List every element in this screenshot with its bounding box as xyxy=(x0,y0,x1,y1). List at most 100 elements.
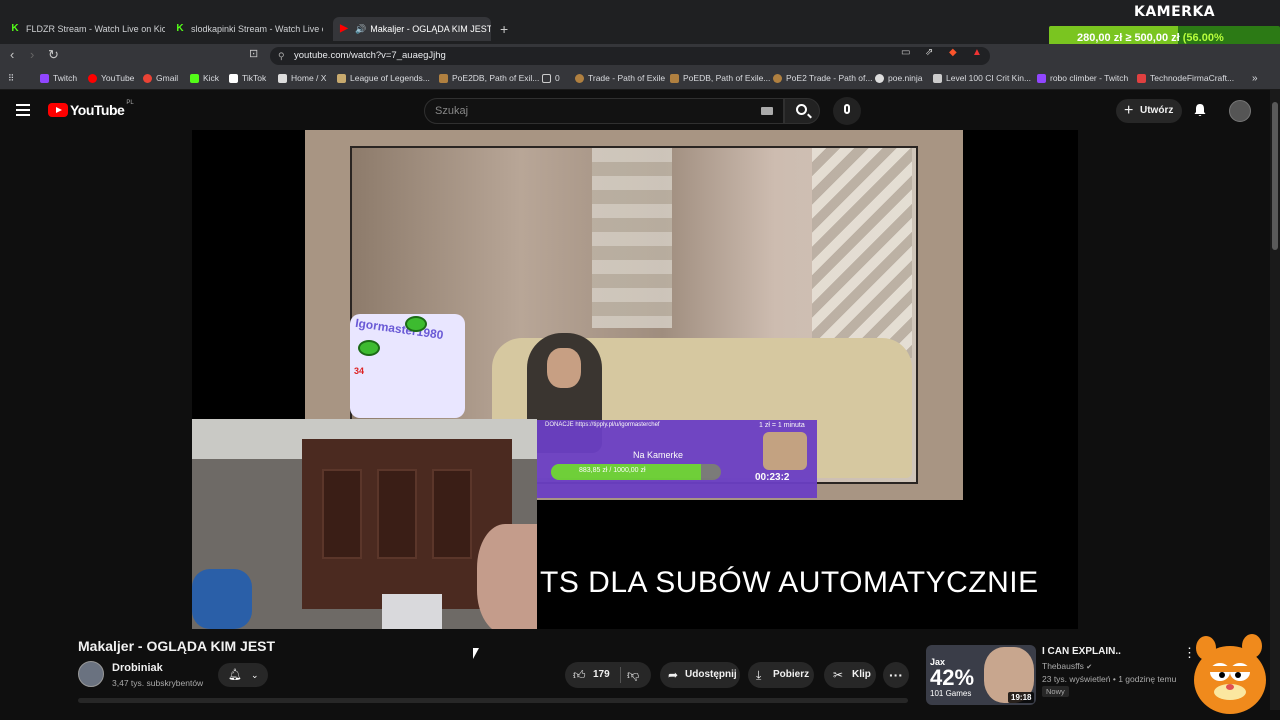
like-dislike-group[interactable]: 👍︎ 179 👎︎ xyxy=(565,662,651,688)
tab-label: FLDZR Stream - Watch Live on Kick xyxy=(26,24,165,34)
keyboard-icon[interactable] xyxy=(761,107,773,115)
bookmark-poedb[interactable]: PoEDB, Path of Exile... xyxy=(670,73,770,83)
download-button[interactable]: ⤓ Pobierz xyxy=(748,662,814,688)
search-button[interactable] xyxy=(784,98,820,124)
microphone-icon xyxy=(844,104,850,114)
back-icon[interactable]: ‹ xyxy=(10,47,14,62)
search-icon xyxy=(796,104,807,115)
search-input[interactable]: Szukaj xyxy=(424,98,784,124)
new-tab-button[interactable]: + xyxy=(500,21,508,37)
bookmark-gmail[interactable]: Gmail xyxy=(143,73,178,83)
mouse-cursor xyxy=(473,648,479,659)
pip-stream-frame xyxy=(192,419,537,629)
youtube-logo[interactable]: YouTube PL xyxy=(48,100,134,118)
subscription-bell-button[interactable]: 🔔︎ ⌄ xyxy=(218,663,268,687)
bookmark-robo[interactable]: robo climber - Twitch xyxy=(1037,73,1128,83)
donation-widget: DONACJE https://tipply.pl/u/igormasterch… xyxy=(537,420,817,498)
address-field[interactable]: ⚲ youtube.com/watch?v=7_auaegJjhg xyxy=(270,47,990,65)
more-bookmarks-icon[interactable]: » xyxy=(1252,73,1258,84)
bookmark-label: Trade - Path of Exile xyxy=(588,73,666,83)
bookmark-label: PoE2 Trade - Path of... xyxy=(786,73,873,83)
donation-target: 1000,00 zł xyxy=(613,467,646,474)
twitch-icon xyxy=(40,73,49,83)
bookmark-label: League of Legends... xyxy=(350,73,430,83)
donation-title: Na Kamerke xyxy=(633,450,684,460)
like-count: 179 xyxy=(593,669,610,680)
page-icon xyxy=(933,73,942,83)
bookmark-icon[interactable]: ⊡ xyxy=(249,47,258,60)
curtain xyxy=(592,148,672,328)
bookmark-label: 0 xyxy=(555,73,560,83)
bookmark-twitch[interactable]: Twitch xyxy=(40,73,77,83)
youtube-icon: ▶ xyxy=(340,23,348,34)
kick-icon: K xyxy=(11,23,19,34)
recommended-meta: 23 tys. wyświetleń • 1 godzinę temu xyxy=(1042,674,1177,684)
bookmark-technode[interactable]: TechnodeFirmaCraft... xyxy=(1137,73,1234,83)
scrollbar-thumb[interactable] xyxy=(1272,102,1278,250)
donation-url: DONACJE https://tipply.pl/u/igormasterch… xyxy=(545,422,660,428)
recommended-channel-name: Thebausffs xyxy=(1042,661,1084,671)
cast-icon[interactable]: ▭ xyxy=(901,47,910,58)
donation-rate: 1 zł = 1 minuta xyxy=(759,422,805,429)
subscriber-count: 3,47 tys. subskrybentów xyxy=(112,678,204,688)
poe-icon xyxy=(575,73,584,83)
like-icon[interactable]: 👍︎ xyxy=(573,662,586,688)
youtube-play-icon xyxy=(48,103,68,117)
green-orb-icon xyxy=(405,316,427,332)
tab-makaljer[interactable]: ▶ 🔊 Makaljer - OGLĄDA KIM JEST ✕ xyxy=(333,17,491,41)
notifications-bell-icon[interactable] xyxy=(1193,103,1207,117)
clip-button[interactable]: ✂ Klip xyxy=(824,662,876,688)
channel-name[interactable]: Drobiniak xyxy=(112,662,163,674)
twitch-icon xyxy=(1037,73,1046,83)
voice-search-button[interactable] xyxy=(833,97,861,125)
kick-icon: K xyxy=(176,23,184,34)
speaker-icon: 🔊 xyxy=(355,23,367,34)
dislike-icon[interactable]: 👎︎ xyxy=(627,662,639,688)
reload-icon[interactable]: ↻ xyxy=(48,47,59,63)
kick-icon xyxy=(190,73,199,83)
more-actions-button[interactable]: ··· xyxy=(883,662,909,688)
share-button[interactable]: ➦ Udostępnij xyxy=(660,662,740,688)
brave-shield-icon[interactable]: ◆ xyxy=(949,47,957,58)
bookmark-poeninja[interactable]: poe.ninja xyxy=(875,73,923,83)
recommended-channel[interactable]: Thebausffs ✔ xyxy=(1042,661,1092,671)
rewards-icon[interactable]: ▲ xyxy=(972,47,982,58)
share-label: Udostępnij xyxy=(685,669,737,680)
description-box-edge xyxy=(78,698,908,703)
goal-text: 280,00 zł ≥ 500,00 zł (56.00% xyxy=(1077,32,1224,44)
bookmark-poe2db[interactable]: PoE2DB, Path of Exil... xyxy=(439,73,539,83)
technode-icon xyxy=(1137,73,1146,83)
bookmark-folder[interactable]: 0 xyxy=(542,73,560,83)
bookmark-poe2trade[interactable]: PoE2 Trade - Path of... xyxy=(773,73,872,83)
donation-photo xyxy=(763,432,807,470)
bookmark-tiktok[interactable]: TikTok xyxy=(229,73,266,83)
pip-person xyxy=(477,524,537,629)
download-label: Pobierz xyxy=(773,669,810,680)
donation-progress-text: 883,85 zł / 1000,00 zł xyxy=(579,467,646,474)
bookmark-trade[interactable]: Trade - Path of Exile xyxy=(575,73,665,83)
recommended-video-title[interactable]: I CAN EXPLAIN.. xyxy=(1042,646,1121,657)
download-icon: ⤓ xyxy=(756,668,762,682)
apps-icon[interactable]: ⠿ xyxy=(8,73,14,84)
tab-fldzr[interactable]: K FLDZR Stream - Watch Live on Kick xyxy=(10,17,165,41)
poe-icon xyxy=(773,73,782,83)
account-avatar[interactable] xyxy=(1229,100,1251,122)
tab-slodkapinki[interactable]: K slodkapinki Stream - Watch Live on K xyxy=(175,17,323,41)
video-duration: 19:18 xyxy=(1008,692,1035,703)
bookmark-lol[interactable]: League of Legends... xyxy=(337,73,430,83)
forward-icon[interactable]: › xyxy=(30,47,34,62)
bell-icon: 🔔︎ xyxy=(228,669,242,681)
bookmark-level100[interactable]: Level 100 CI Crit Kin... xyxy=(933,73,1031,83)
verified-icon: ✔ xyxy=(1086,664,1093,671)
white-box xyxy=(382,594,442,629)
hamburger-menu-icon[interactable] xyxy=(16,104,32,116)
bookmark-x[interactable]: Home / X xyxy=(278,73,326,83)
bookmark-youtube[interactable]: YouTube xyxy=(88,73,134,83)
green-orb-icon xyxy=(358,340,380,356)
create-button[interactable]: + Utwórz xyxy=(1116,99,1182,123)
site-info-icon: ⚲ xyxy=(278,51,285,61)
x-icon xyxy=(278,73,287,83)
channel-avatar[interactable] xyxy=(78,661,104,687)
share-page-icon[interactable]: ⇗ xyxy=(925,47,933,58)
bookmark-kick[interactable]: Kick xyxy=(190,73,219,83)
